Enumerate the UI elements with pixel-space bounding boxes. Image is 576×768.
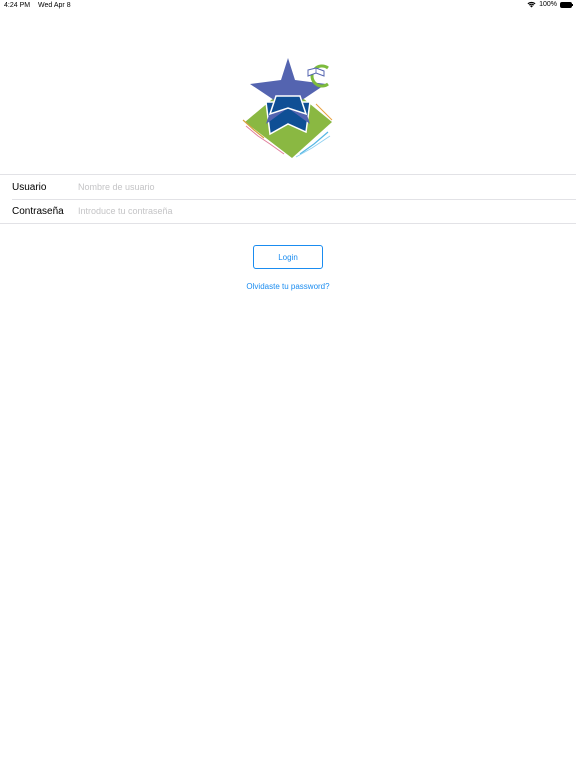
status-time: 4:24 PM	[4, 2, 31, 9]
login-form: Usuario Contraseña	[0, 174, 576, 224]
status-bar: 4:24 PM Wed Apr 8 100%	[0, 0, 576, 12]
status-right: 100%	[527, 1, 573, 8]
wifi-icon	[527, 1, 536, 8]
school-logo	[240, 56, 336, 160]
username-label: Usuario	[12, 181, 47, 193]
username-input[interactable]	[78, 182, 478, 192]
status-date: Wed Apr 8	[38, 2, 71, 9]
username-row: Usuario	[0, 175, 576, 199]
forgot-password-link[interactable]: Olvidaste tu password?	[0, 282, 576, 291]
password-input[interactable]	[78, 206, 478, 216]
battery-fill	[561, 2, 571, 7]
school-star-logo-icon	[242, 58, 333, 158]
battery-percent: 100%	[539, 1, 557, 8]
status-left: 4:24 PM Wed Apr 8	[4, 2, 77, 9]
password-label: Contraseña	[12, 205, 64, 217]
battery-icon	[560, 1, 573, 8]
password-row: Contraseña	[0, 199, 576, 223]
login-button[interactable]: Login	[253, 245, 323, 269]
